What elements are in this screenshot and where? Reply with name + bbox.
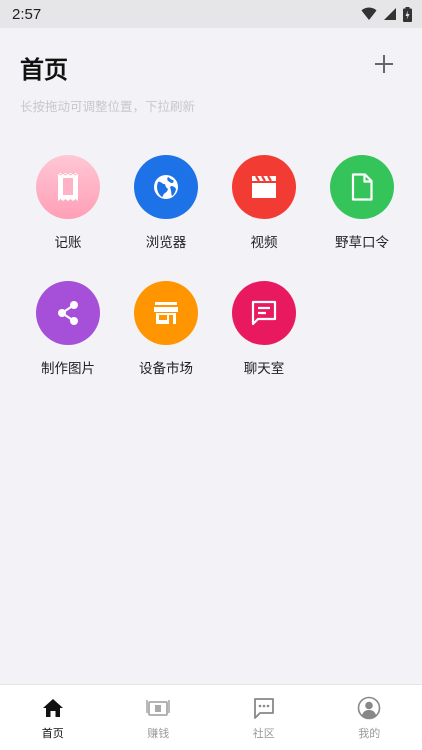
nav-item-community[interactable]: 社区 [211, 685, 317, 750]
status-icons [361, 6, 412, 22]
community-icon [253, 698, 274, 719]
tile-circle [36, 155, 100, 219]
status-time: 2:57 [12, 5, 42, 23]
tile-label: 野草口令 [335, 235, 389, 251]
nav-item-earn[interactable]: 赚钱 [106, 685, 212, 750]
document-icon [351, 173, 373, 201]
tile-chatroom[interactable]: 聊天室 [215, 281, 313, 377]
tile-circle [36, 281, 100, 345]
store-icon [154, 302, 178, 324]
receipt-icon [57, 172, 79, 201]
signal-icon [384, 8, 396, 20]
header: 首页 长按拖动可调整位置，下拉刷新 [0, 28, 422, 128]
wifi-icon [361, 7, 377, 20]
clapperboard-icon [252, 175, 276, 198]
battery-icon [403, 6, 412, 22]
share-icon [58, 301, 78, 325]
nav-item-profile[interactable]: 我的 [317, 685, 422, 750]
bottom-nav: 首页 赚钱 社区 我的 [0, 684, 422, 750]
nav-item-home[interactable]: 首页 [0, 685, 106, 750]
status-bar: 2:57 [0, 0, 422, 28]
tile-video[interactable]: 视频 [215, 155, 313, 251]
tile-label: 视频 [250, 235, 278, 251]
tile-circle [330, 155, 394, 219]
add-button[interactable] [372, 52, 396, 76]
tile-label: 聊天室 [243, 361, 285, 377]
nav-label: 赚钱 [147, 727, 170, 740]
tile-circle [232, 281, 296, 345]
tile-make-image[interactable]: 制作图片 [19, 281, 117, 377]
app-grid: 记账 浏览器 视频 野草口令 制作图片 设备市场 聊天室 [19, 155, 411, 377]
money-icon [146, 700, 171, 716]
chat-icon [251, 300, 277, 326]
tile-label: 制作图片 [41, 361, 95, 377]
tile-label: 记账 [54, 235, 82, 251]
tile-browser[interactable]: 浏览器 [117, 155, 215, 251]
tile-device-market[interactable]: 设备市场 [117, 281, 215, 377]
tile-label: 浏览器 [145, 235, 187, 251]
tile-bookkeeping[interactable]: 记账 [19, 155, 117, 251]
tile-grass-password[interactable]: 野草口令 [313, 155, 411, 251]
tile-label: 设备市场 [139, 361, 193, 377]
hint-text: 长按拖动可调整位置，下拉刷新 [20, 99, 196, 114]
nav-label: 首页 [41, 727, 64, 740]
globe-icon [154, 175, 178, 199]
home-icon [42, 699, 63, 717]
profile-icon [357, 696, 381, 720]
tile-circle [232, 155, 296, 219]
page-title: 首页 [20, 56, 68, 84]
plus-icon [375, 55, 393, 73]
tile-circle [134, 281, 198, 345]
nav-label: 我的 [358, 727, 381, 740]
nav-label: 社区 [252, 727, 275, 740]
tile-circle [134, 155, 198, 219]
